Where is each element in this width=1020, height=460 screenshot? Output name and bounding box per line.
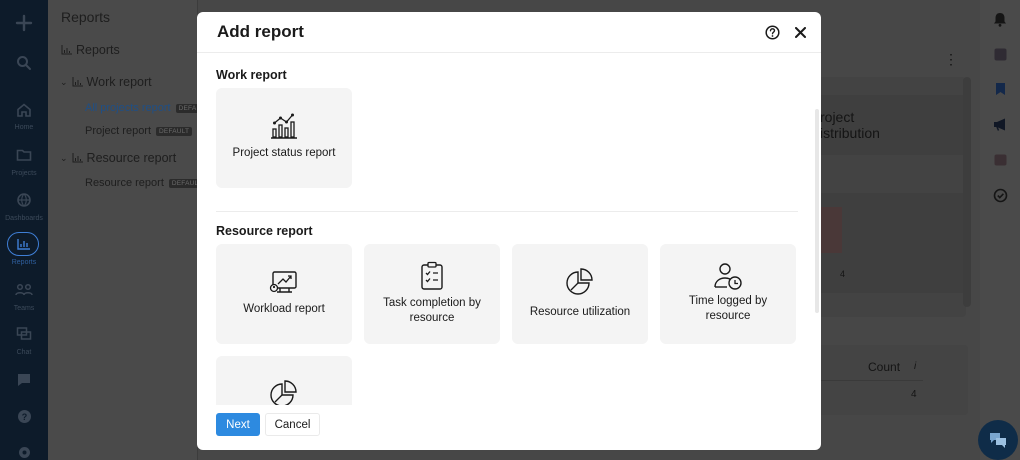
rail-label-reports: Reports — [11, 259, 37, 266]
modal-footer: Next Cancel — [197, 405, 821, 450]
sidepanel-work-report-label: Work report — [86, 75, 152, 89]
section-title-work-report: Work report — [216, 68, 287, 82]
megaphone-icon[interactable] — [991, 115, 1009, 133]
pie-chart-icon — [268, 378, 300, 405]
info-mark: i — [914, 361, 917, 372]
distribution-title-line2: istribution — [820, 125, 880, 141]
card-resource-utilization[interactable]: Resource utilization — [512, 244, 648, 344]
clipboard-checklist-icon — [416, 260, 448, 292]
feedback-icon[interactable] — [12, 368, 36, 392]
sidepanel-reports-link[interactable]: Reports — [61, 43, 120, 57]
rail-label-home: Home — [14, 124, 34, 131]
chart-icon — [72, 77, 83, 87]
globe-icon[interactable] — [12, 188, 36, 212]
cancel-button[interactable]: Cancel — [265, 413, 320, 436]
sidepanel-title: Reports — [61, 9, 111, 25]
help-circle-icon[interactable] — [763, 23, 781, 41]
pie-chart-icon — [564, 266, 596, 298]
chart-icon — [72, 153, 83, 163]
modal-body: Work report Project status report Resour… — [197, 53, 821, 405]
sidepanel-resource-report-item[interactable]: Resource report DEFAULT — [85, 177, 206, 189]
default-badge: DEFAULT — [156, 126, 193, 136]
section-divider — [216, 211, 798, 212]
section-title-resource-report: Resource report — [216, 224, 313, 238]
rail-label-projects: Projects — [11, 170, 37, 177]
count-value: 4 — [911, 389, 917, 400]
card-label: Task completion by resource — [383, 297, 481, 324]
main-scrollbar[interactable] — [963, 77, 971, 307]
sidepanel-work-report-group[interactable]: ⌄ Work report — [60, 75, 152, 89]
chart-icon — [61, 45, 72, 55]
more-options-icon[interactable]: ⋮ — [944, 51, 958, 68]
search-icon[interactable] — [12, 51, 36, 75]
bar-line-chart-icon — [268, 110, 300, 142]
reports-sidepanel: Reports Reports ⌄ Work report All projec… — [48, 0, 206, 460]
sidepanel-project-report[interactable]: Project report DEFAULT — [85, 125, 193, 137]
axis-tick-label: 4 — [840, 269, 846, 279]
plus-icon[interactable] — [12, 11, 36, 35]
rail-label-chat: Chat — [16, 349, 32, 356]
card-label: Workload report — [243, 303, 325, 315]
note-icon[interactable] — [991, 45, 1009, 63]
add-report-modal: Add report Work report Project status re… — [197, 12, 821, 450]
modal-scrollbar[interactable] — [815, 109, 819, 313]
card-task-completion-by-resource[interactable]: Task completion by resource — [364, 244, 500, 344]
card-label: Project status report — [232, 147, 336, 159]
left-nav-rail: Home Projects Dashboards Reports Teams C… — [0, 0, 48, 460]
home-icon[interactable] — [12, 98, 36, 122]
settings-icon[interactable] — [12, 440, 36, 460]
project-report-label: Project report — [85, 125, 152, 137]
people-icon[interactable] — [12, 278, 36, 302]
bell-icon[interactable] — [991, 10, 1009, 28]
chevron-down-icon: ⌄ — [60, 152, 68, 163]
table-divider — [818, 380, 923, 381]
chevron-down-icon: ⌄ — [60, 76, 68, 87]
modal-title: Add report — [217, 22, 304, 41]
help-icon[interactable]: ? — [12, 404, 36, 428]
check-clock-icon[interactable] — [991, 186, 1009, 204]
modal-header: Add report — [197, 12, 821, 53]
sidepanel-reports-label: Reports — [76, 43, 120, 57]
card-time-logged-by-resource[interactable]: Time logged by resource — [660, 244, 796, 344]
card-label: Time logged by resource — [688, 295, 768, 322]
rail-label-teams: Teams — [13, 305, 35, 312]
calendar-icon[interactable] — [991, 150, 1009, 168]
chat-bubbles-icon — [990, 433, 1006, 448]
card-resource-report-partial[interactable] — [216, 356, 352, 405]
svg-text:?: ? — [21, 412, 27, 422]
card-project-status-report[interactable]: Project status report — [216, 88, 352, 188]
workload-monitor-icon — [268, 266, 300, 298]
close-icon[interactable] — [791, 23, 809, 41]
rail-label-dashboards: Dashboards — [5, 215, 43, 222]
sidepanel-all-projects-report[interactable]: All projects report DEFA — [85, 102, 200, 114]
distribution-title-line1: roject — [820, 109, 855, 125]
chat-icon[interactable] — [12, 322, 36, 346]
all-projects-report-label: All projects report — [85, 102, 171, 114]
right-toolbar — [980, 0, 1020, 460]
next-button[interactable]: Next — [216, 413, 260, 436]
count-header: Count — [868, 360, 901, 374]
distribution-bar — [820, 207, 842, 253]
bookmark-icon[interactable] — [991, 80, 1009, 98]
default-badge: DEFA — [175, 103, 200, 113]
user-clock-icon — [712, 260, 744, 292]
sidepanel-resource-report-group[interactable]: ⌄ Resource report — [60, 151, 176, 165]
reports-icon[interactable] — [12, 232, 36, 256]
card-label: Resource utilization — [529, 306, 631, 318]
chat-support-button[interactable] — [978, 420, 1018, 460]
sidepanel-resource-report-label: Resource report — [86, 151, 177, 165]
folder-icon[interactable] — [12, 143, 36, 167]
resource-report-item-label: Resource report — [85, 177, 164, 189]
card-workload-report[interactable]: Workload report — [216, 244, 352, 344]
